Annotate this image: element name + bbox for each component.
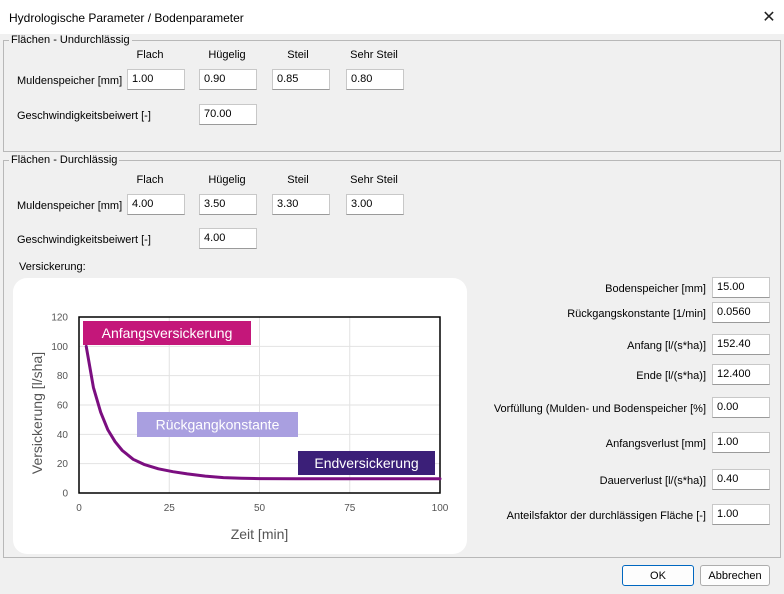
y-tick-label: 120 — [51, 313, 68, 324]
y-tick-label: 60 — [57, 401, 69, 412]
versickerung-label: Versickerung: — [19, 261, 86, 273]
mulden-huegelig-field[interactable]: 3.50 — [199, 194, 257, 215]
param-field[interactable]: 15.00 — [712, 277, 770, 298]
param-label: Bodenspeicher [mm] — [605, 283, 706, 295]
param-field[interactable]: 0.00 — [712, 397, 770, 418]
param-field[interactable]: 1.00 — [712, 504, 770, 525]
y-tick-label: 40 — [57, 430, 69, 441]
y-tick-label: 20 — [57, 459, 69, 470]
mulden-steil-field[interactable]: 3.30 — [272, 194, 330, 215]
y-tick-label: 80 — [57, 371, 69, 382]
window-title: Hydrologische Parameter / Bodenparameter — [9, 11, 244, 25]
mulden-steil-field[interactable]: 0.85 — [272, 69, 330, 90]
annotation-label: Anfangsversickerung — [102, 325, 233, 341]
x-axis-label: Zeit [min] — [231, 526, 289, 542]
x-tick-label: 100 — [432, 503, 449, 514]
param-field[interactable]: 152.40 — [712, 334, 770, 355]
geschw-field-pervious[interactable]: 4.00 — [199, 228, 257, 249]
mulden-flach-field[interactable]: 4.00 — [127, 194, 185, 215]
col-steil: Steil — [287, 49, 309, 61]
param-field[interactable]: 0.40 — [712, 469, 770, 490]
mulden-sehr-steil-field[interactable]: 3.00 — [346, 194, 404, 215]
chart-panel: 0 20 40 60 80 100 120 0 25 50 75 100 Zeit [min] Versi… — [13, 278, 467, 554]
param-label: Anfangsverlust [mm] — [605, 438, 706, 450]
ok-button[interactable]: OK — [622, 565, 694, 586]
param-label: Vorfüllung (Mulden- und Bodenspeicher [%… — [493, 403, 706, 415]
x-tick-label: 0 — [76, 503, 82, 514]
mulden-label-pervious: Muldenspeicher [mm] — [17, 200, 123, 212]
param-field[interactable]: 12.400 — [712, 364, 770, 385]
impervious-legend: Flächen - Undurchlässig — [9, 34, 132, 46]
mulden-huegelig-field[interactable]: 0.90 — [199, 69, 257, 90]
col-sehr-steil: Sehr Steil — [350, 49, 398, 61]
y-tick-label: 0 — [62, 489, 68, 500]
param-label: Ende [l/(s*ha)] — [636, 370, 706, 382]
geschw-label-pervious: Geschwindigkeitsbeiwert [-] — [17, 234, 151, 246]
mulden-label-impervious: Muldenspeicher [mm] — [17, 75, 123, 87]
col-huegelig: Hügelig — [208, 174, 246, 186]
param-label: Dauerverlust [l/(s*ha)] — [599, 475, 706, 487]
versickerung-chart: 0 20 40 60 80 100 120 0 25 50 75 100 Zeit [min] Versi… — [29, 313, 449, 543]
param-field[interactable]: 0.0560 — [712, 302, 770, 323]
param-label: Anteilsfaktor der durchlässigen Fläche [… — [506, 510, 706, 522]
mulden-sehr-steil-field[interactable]: 0.80 — [346, 69, 404, 90]
col-steil: Steil — [287, 174, 309, 186]
cancel-button[interactable]: Abbrechen — [700, 565, 770, 586]
mulden-flach-field[interactable]: 1.00 — [127, 69, 185, 90]
x-tick-label: 50 — [254, 503, 266, 514]
pervious-legend: Flächen - Durchlässig — [9, 154, 120, 166]
param-label: Rückgangskonstante [1/min] — [567, 308, 706, 320]
annotation-label: Rückgangkonstante — [156, 417, 280, 433]
x-tick-label: 25 — [164, 503, 176, 514]
y-axis-label: Versickerung [l/sha] — [29, 352, 45, 474]
close-icon[interactable]: ✕ — [757, 5, 781, 29]
param-label: Anfang [l/(s*ha)] — [627, 340, 706, 352]
col-flach: Flach — [136, 49, 164, 61]
geschw-label-impervious: Geschwindigkeitsbeiwert [-] — [17, 110, 151, 122]
y-tick-label: 100 — [51, 342, 68, 353]
col-sehr-steil: Sehr Steil — [350, 174, 398, 186]
param-field[interactable]: 1.00 — [712, 432, 770, 453]
x-tick-label: 75 — [344, 503, 356, 514]
col-huegelig: Hügelig — [208, 49, 246, 61]
annotation-label: Endversickerung — [314, 455, 418, 471]
col-flach: Flach — [136, 174, 164, 186]
geschw-field-impervious[interactable]: 70.00 — [199, 104, 257, 125]
